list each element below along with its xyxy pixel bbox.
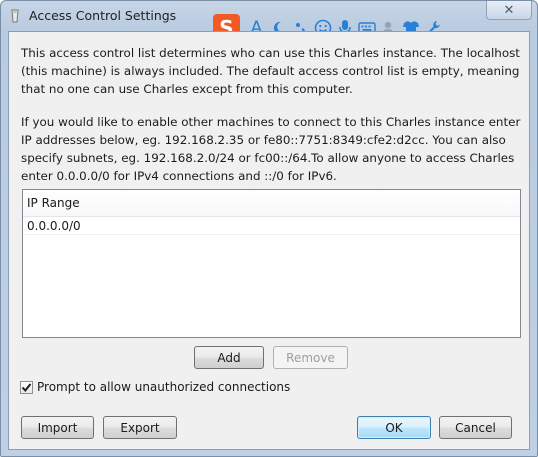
import-button[interactable]: Import (21, 416, 94, 439)
description-paragraph-2: If you would like to enable other machin… (21, 115, 521, 183)
ok-button[interactable]: OK (357, 416, 431, 439)
cancel-button[interactable]: Cancel (439, 416, 512, 439)
app-icon (11, 9, 19, 23)
prompt-checkbox[interactable] (20, 380, 33, 394)
table-row[interactable]: 0.0.0.0/0 (23, 217, 520, 235)
window-title: Access Control Settings (29, 8, 177, 23)
close-icon: ✕ (503, 2, 515, 18)
ip-range-table[interactable]: IP Range 0.0.0.0/0 (22, 189, 521, 338)
prompt-checkbox-label: Prompt to allow unauthorized connections (37, 380, 291, 394)
description-paragraph-1: This access control list determines who … (21, 46, 520, 96)
access-control-dialog: Access Control Settings S A ✕ This acces… (0, 0, 538, 457)
prompt-checkbox-row[interactable]: Prompt to allow unauthorized connections (20, 379, 290, 395)
close-button[interactable]: ✕ (486, 1, 532, 20)
remove-button[interactable]: Remove (273, 346, 348, 369)
title-bar[interactable]: Access Control Settings S A ✕ (1, 1, 537, 42)
ip-range-header-label: IP Range (27, 196, 80, 210)
ip-range-cell: 0.0.0.0/0 (27, 218, 81, 233)
dialog-content: This access control list determines who … (8, 31, 530, 450)
checkmark-icon (21, 382, 32, 392)
export-button[interactable]: Export (103, 416, 177, 439)
add-button[interactable]: Add (194, 346, 264, 369)
ip-range-column-header[interactable]: IP Range (23, 190, 520, 217)
